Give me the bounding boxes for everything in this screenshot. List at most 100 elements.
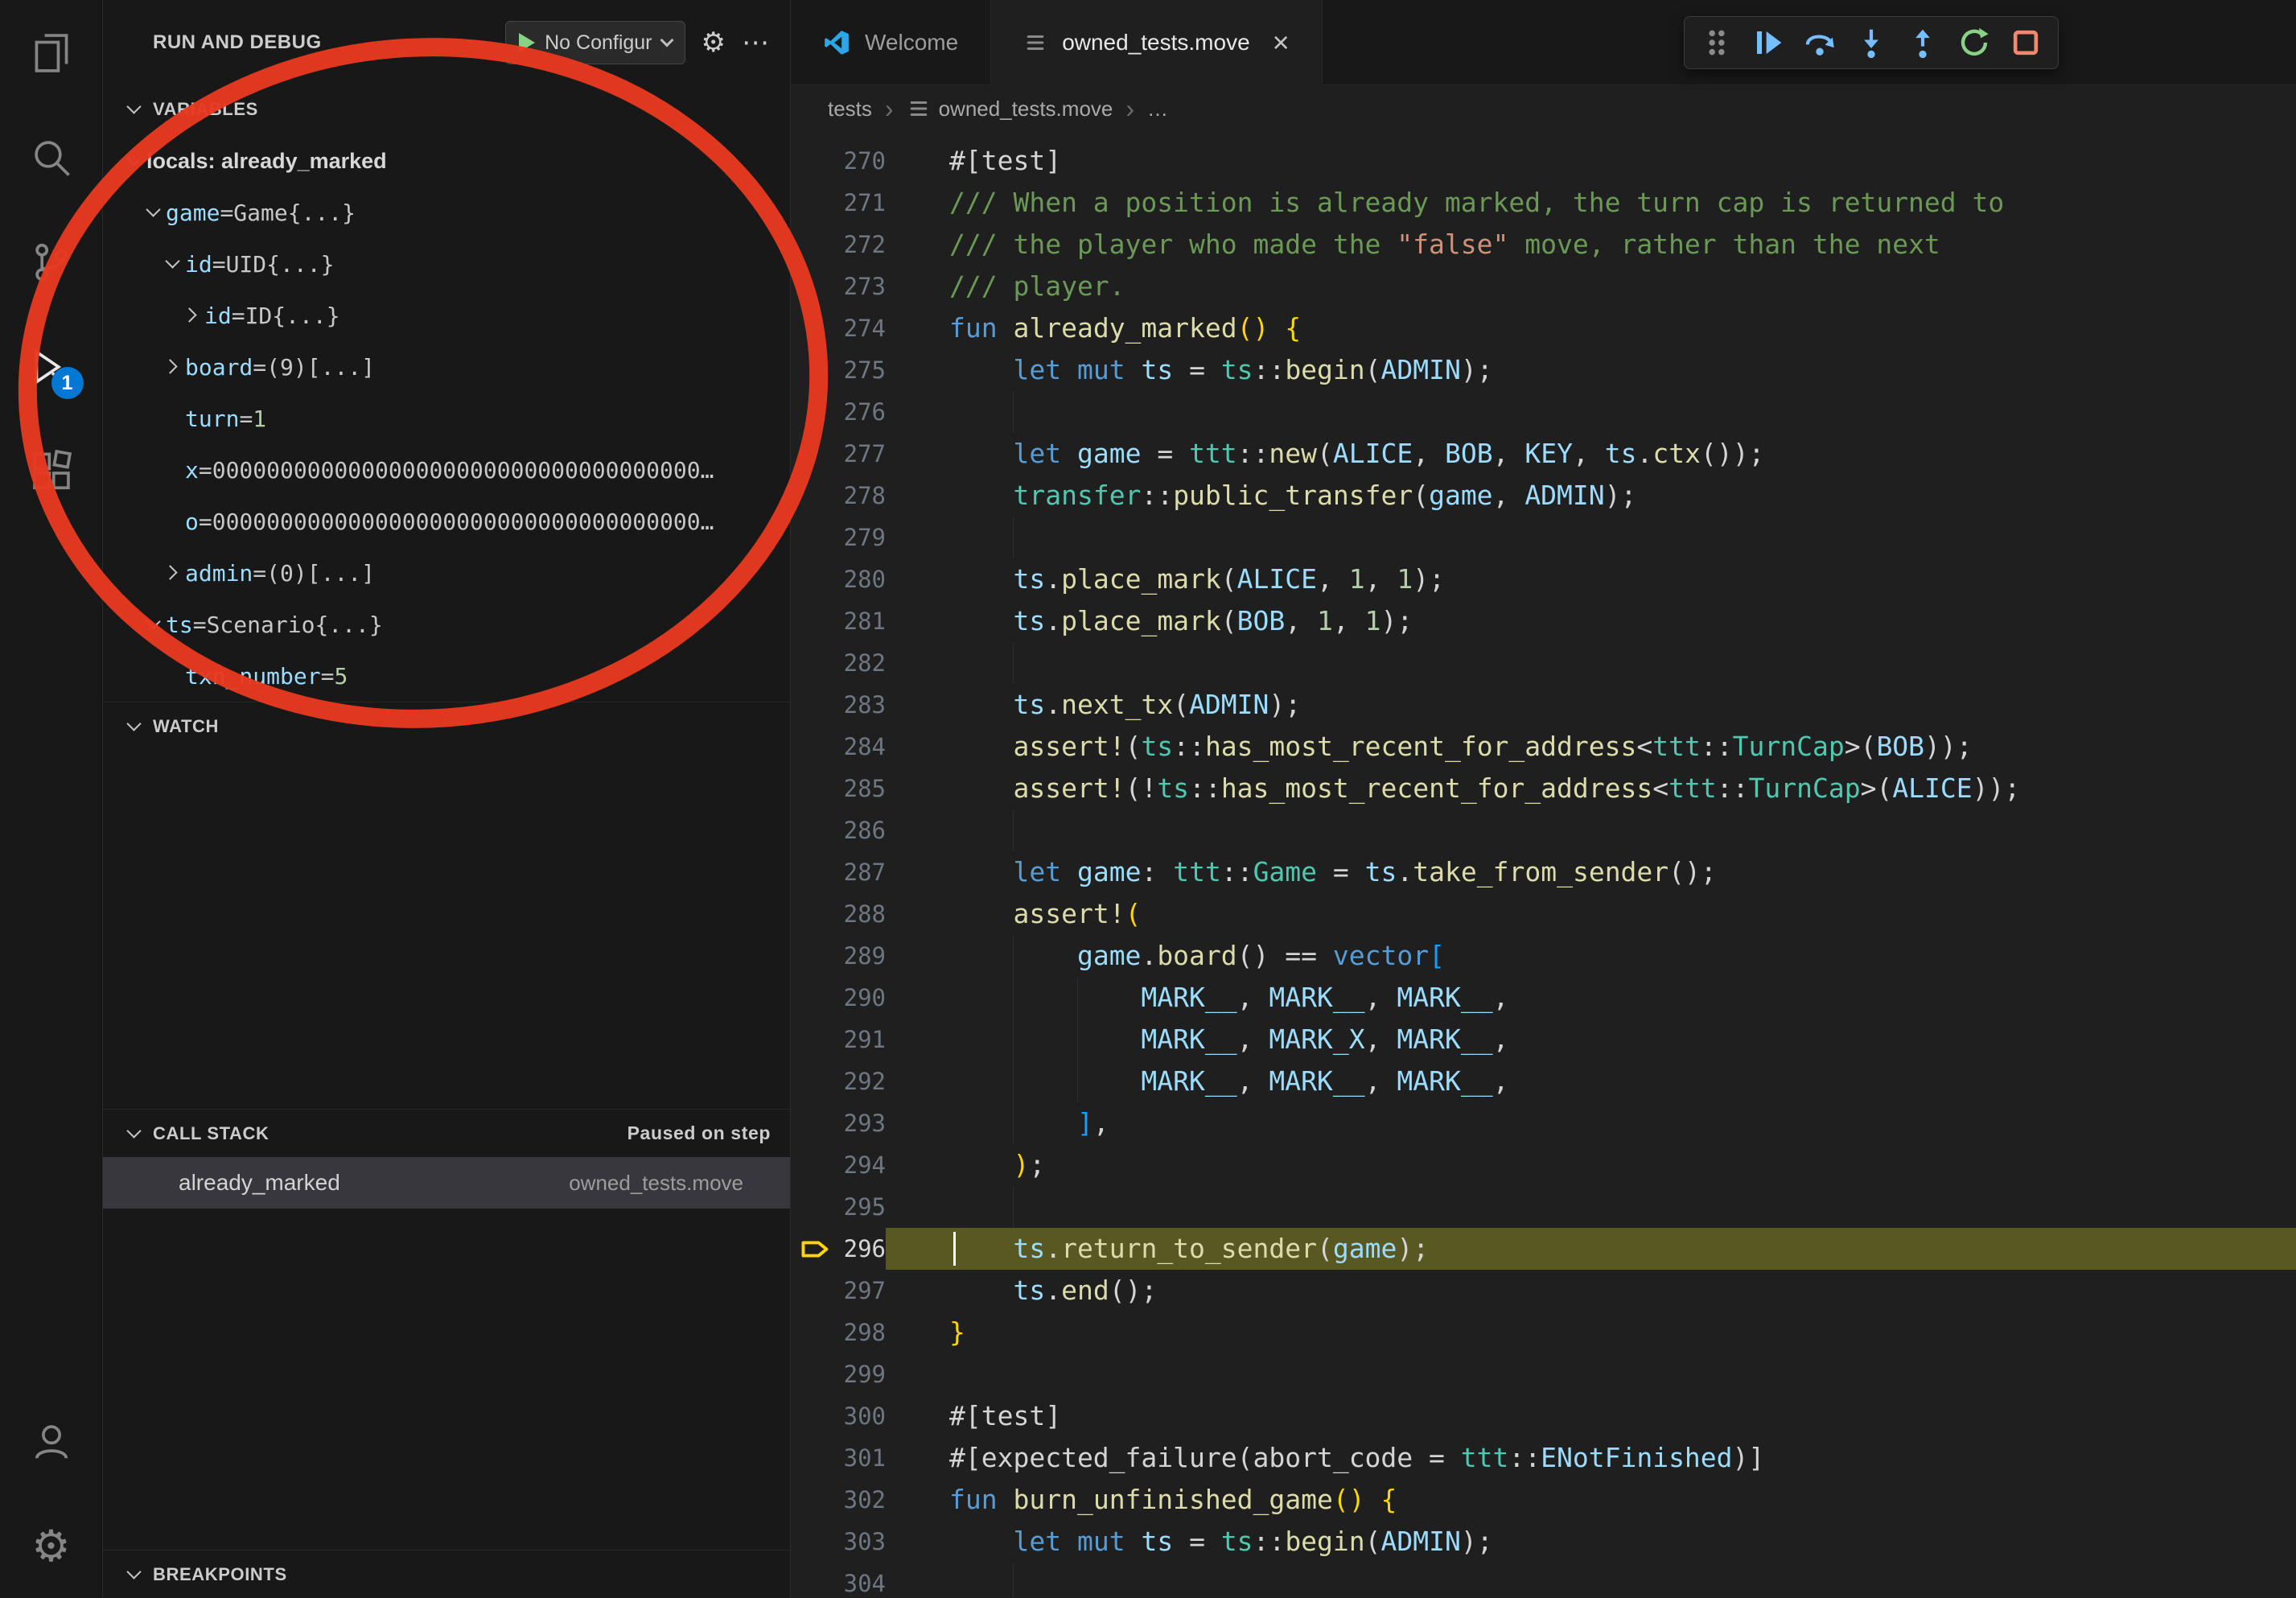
run-and-debug-icon[interactable]: 1 xyxy=(11,327,92,407)
gutter-glyph-margin[interactable] xyxy=(791,642,841,684)
code-content[interactable]: } xyxy=(886,1312,2296,1353)
stop-icon[interactable] xyxy=(2003,20,2048,65)
code-content[interactable]: game.board() == vector[ xyxy=(886,935,2296,977)
gutter-glyph-margin[interactable] xyxy=(791,1437,841,1479)
step-into-icon[interactable] xyxy=(1849,20,1894,65)
line-number[interactable]: 292 xyxy=(841,1061,886,1102)
line-number[interactable]: 287 xyxy=(841,851,886,893)
watch-section-header[interactable]: WATCH xyxy=(103,702,790,750)
line-number[interactable]: 278 xyxy=(841,475,886,517)
tab-owned-tests-move[interactable]: owned_tests.move× xyxy=(991,0,1323,85)
line-number[interactable]: 272 xyxy=(841,224,886,266)
code-line-276[interactable]: 276 xyxy=(791,391,2296,433)
line-number[interactable]: 290 xyxy=(841,977,886,1019)
gutter-glyph-margin[interactable] xyxy=(791,1521,841,1563)
code-content[interactable]: ], xyxy=(886,1102,2296,1144)
explorer-icon[interactable] xyxy=(11,13,92,93)
code-content[interactable] xyxy=(886,1186,2296,1228)
code-line-297[interactable]: 297 ts.end(); xyxy=(791,1270,2296,1312)
code-content[interactable]: #[expected_failure(abort_code = ttt::ENo… xyxy=(886,1437,2296,1479)
line-number[interactable]: 293 xyxy=(841,1102,886,1144)
line-number[interactable]: 285 xyxy=(841,768,886,809)
gutter-glyph-margin[interactable] xyxy=(791,433,841,475)
gutter-glyph-margin[interactable] xyxy=(791,307,841,349)
gutter-glyph-margin[interactable] xyxy=(791,851,841,893)
line-number[interactable]: 299 xyxy=(841,1353,886,1395)
code-line-294[interactable]: 294 ); xyxy=(791,1144,2296,1186)
variable-row[interactable]: o = 000000000000000000000000000000000000… xyxy=(103,496,790,547)
toolbar-gripper-icon[interactable] xyxy=(1694,20,1739,65)
debug-config-dropdown[interactable]: No Configur xyxy=(505,21,685,64)
code-content[interactable] xyxy=(886,391,2296,433)
gutter-glyph-margin[interactable] xyxy=(791,809,841,851)
gear-icon[interactable]: ⚙ xyxy=(702,27,726,59)
variable-row[interactable]: game = Game{...} xyxy=(103,187,790,238)
gutter-glyph-margin[interactable] xyxy=(791,517,841,558)
gutter-glyph-margin[interactable] xyxy=(791,935,841,977)
gutter-glyph-margin[interactable] xyxy=(791,1353,841,1395)
gutter-glyph-margin[interactable] xyxy=(791,726,841,768)
line-number[interactable]: 284 xyxy=(841,726,886,768)
gutter-glyph-margin[interactable] xyxy=(791,768,841,809)
code-line-273[interactable]: 273/// player. xyxy=(791,266,2296,307)
line-number[interactable]: 275 xyxy=(841,349,886,391)
code-line-281[interactable]: 281 ts.place_mark(BOB, 1, 1); xyxy=(791,600,2296,642)
code-content[interactable]: MARK__, MARK_X, MARK__, xyxy=(886,1019,2296,1061)
code-line-284[interactable]: 284 assert!(ts::has_most_recent_for_addr… xyxy=(791,726,2296,768)
start-debugging-icon[interactable] xyxy=(519,33,535,52)
line-number[interactable]: 302 xyxy=(841,1479,886,1521)
more-actions-icon[interactable]: ⋯ xyxy=(742,27,769,59)
close-icon[interactable]: × xyxy=(1273,28,1290,57)
code-line-275[interactable]: 275 let mut ts = ts::begin(ADMIN); xyxy=(791,349,2296,391)
line-number[interactable]: 296 xyxy=(841,1228,886,1270)
line-number[interactable]: 273 xyxy=(841,266,886,307)
variable-row[interactable]: txn_number = 5 xyxy=(103,650,790,702)
code-content[interactable]: let mut ts = ts::begin(ADMIN); xyxy=(886,1521,2296,1563)
code-content[interactable]: /// player. xyxy=(886,266,2296,307)
twisty-open-icon[interactable] xyxy=(142,200,166,224)
twisty-open-icon[interactable] xyxy=(161,252,185,276)
gutter-glyph-margin[interactable] xyxy=(791,391,841,433)
tab-welcome[interactable]: Welcome xyxy=(791,0,991,84)
code-line-279[interactable]: 279 xyxy=(791,517,2296,558)
variable-row[interactable]: ts = Scenario{...} xyxy=(103,599,790,650)
line-number[interactable]: 294 xyxy=(841,1144,886,1186)
code-content[interactable]: /// the player who made the "false" move… xyxy=(886,224,2296,266)
code-line-283[interactable]: 283 ts.next_tx(ADMIN); xyxy=(791,684,2296,726)
code-line-289[interactable]: 289 game.board() == vector[ xyxy=(791,935,2296,977)
code-line-301[interactable]: 301#[expected_failure(abort_code = ttt::… xyxy=(791,1437,2296,1479)
gutter-glyph-margin[interactable] xyxy=(791,1144,841,1186)
line-number[interactable]: 276 xyxy=(841,391,886,433)
code-content[interactable]: assert!( xyxy=(886,893,2296,935)
twisty-open-icon[interactable] xyxy=(122,149,146,173)
code-content[interactable]: assert!(!ts::has_most_recent_for_address… xyxy=(886,768,2296,809)
code-content[interactable]: fun burn_unfinished_game() { xyxy=(886,1479,2296,1521)
code-content[interactable]: assert!(ts::has_most_recent_for_address<… xyxy=(886,726,2296,768)
line-number[interactable]: 304 xyxy=(841,1563,886,1598)
code-content[interactable]: fun already_marked() { xyxy=(886,307,2296,349)
code-line-278[interactable]: 278 transfer::public_transfer(game, ADMI… xyxy=(791,475,2296,517)
line-number[interactable]: 283 xyxy=(841,684,886,726)
code-line-292[interactable]: 292 MARK__, MARK__, MARK__, xyxy=(791,1061,2296,1102)
code-content[interactable]: #[test] xyxy=(886,1395,2296,1437)
gutter-glyph-margin[interactable] xyxy=(791,224,841,266)
code-line-304[interactable]: 304 xyxy=(791,1563,2296,1598)
code-content[interactable]: /// When a position is already marked, t… xyxy=(886,182,2296,224)
line-number[interactable]: 277 xyxy=(841,433,886,475)
line-number[interactable]: 279 xyxy=(841,517,886,558)
code-content[interactable]: ); xyxy=(886,1144,2296,1186)
code-line-298[interactable]: 298} xyxy=(791,1312,2296,1353)
code-content[interactable]: ts.next_tx(ADMIN); xyxy=(886,684,2296,726)
gutter-glyph-margin[interactable] xyxy=(791,475,841,517)
breakpoints-section-header[interactable]: BREAKPOINTS xyxy=(103,1550,790,1598)
gutter-glyph-margin[interactable] xyxy=(791,684,841,726)
code-line-288[interactable]: 288 assert!( xyxy=(791,893,2296,935)
variable-row[interactable]: x = 000000000000000000000000000000000000… xyxy=(103,444,790,496)
gutter-glyph-margin[interactable] xyxy=(791,140,841,182)
gutter-glyph-margin[interactable] xyxy=(791,1563,841,1598)
gutter-glyph-margin[interactable] xyxy=(791,977,841,1019)
gutter-glyph-margin[interactable] xyxy=(791,1228,841,1270)
code-content[interactable] xyxy=(886,1563,2296,1598)
code-content[interactable]: transfer::public_transfer(game, ADMIN); xyxy=(886,475,2296,517)
line-number[interactable]: 280 xyxy=(841,558,886,600)
